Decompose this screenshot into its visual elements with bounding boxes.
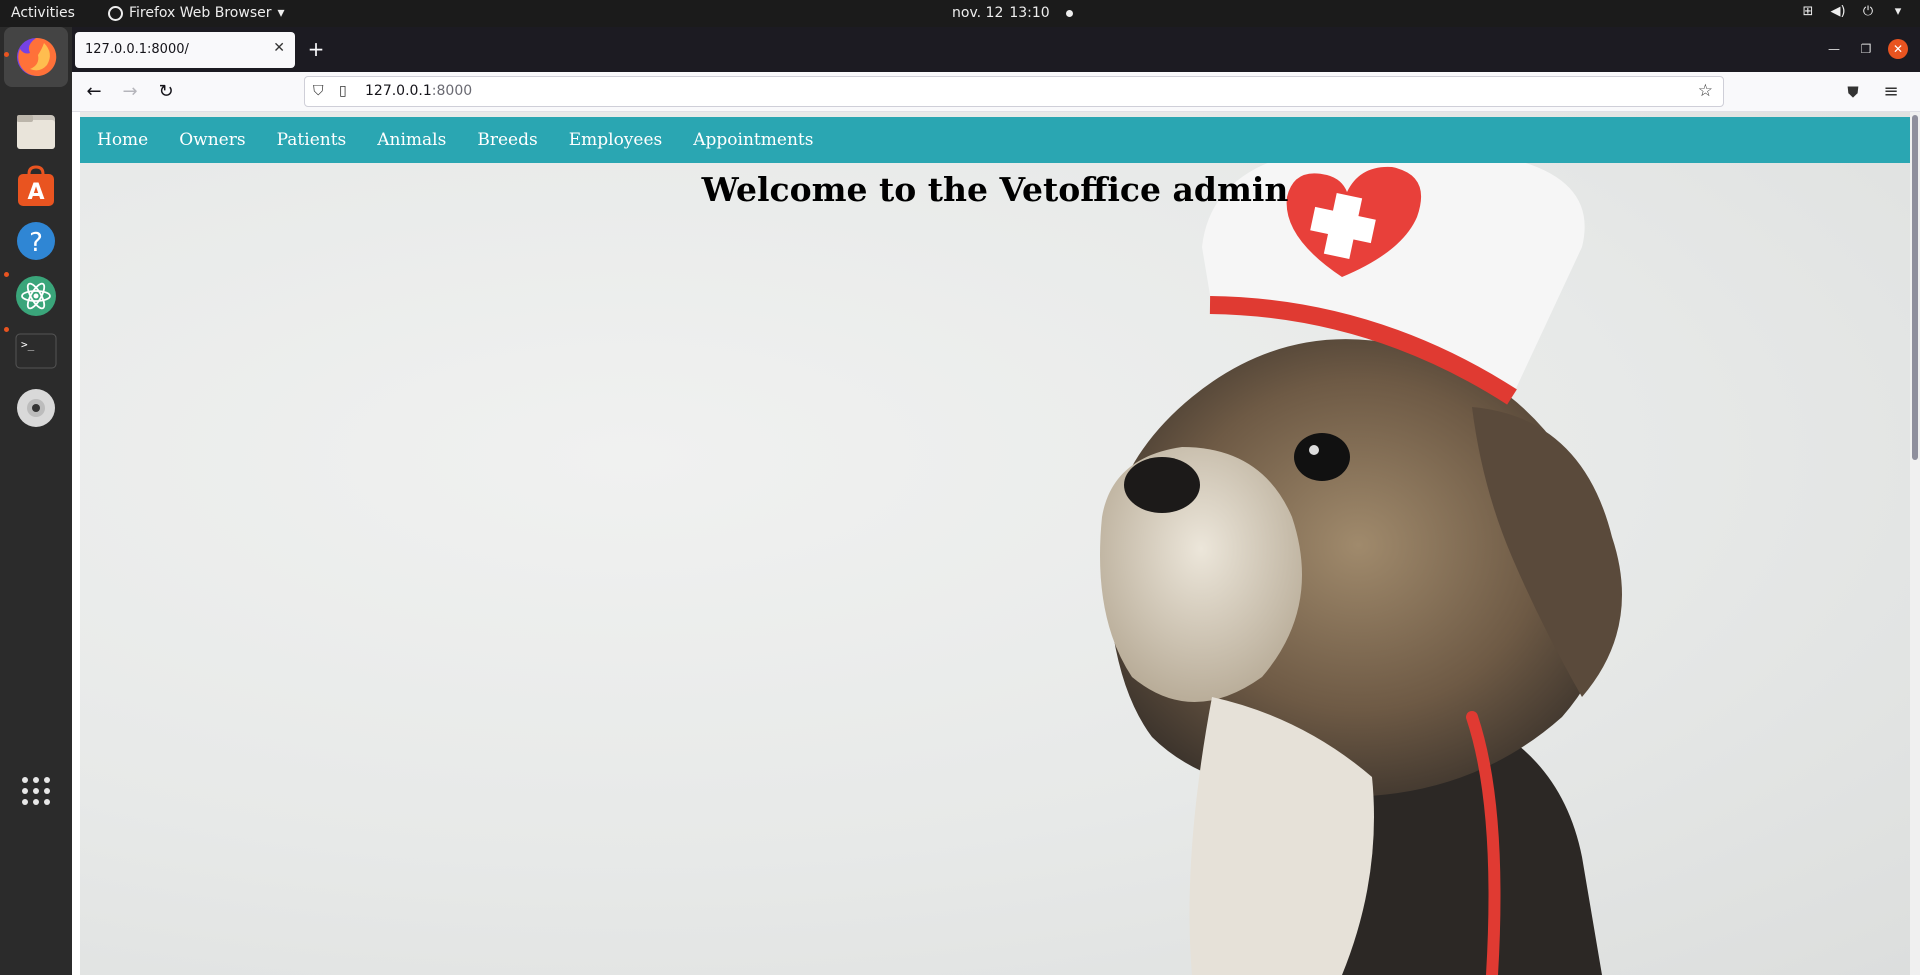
pocket-icon[interactable]: ⛊ — [1842, 81, 1864, 103]
activities-button[interactable]: Activities — [11, 5, 75, 21]
disc-icon — [17, 389, 55, 427]
volume-icon[interactable]: ◀) — [1830, 4, 1846, 20]
running-indicator — [4, 52, 9, 57]
dock-terminal[interactable]: >_ — [12, 327, 60, 375]
restore-icon[interactable]: ❐ — [1856, 39, 1876, 59]
url-port: :8000 — [431, 83, 473, 99]
dock: A ? >_ — [0, 27, 72, 975]
bookmark-star-icon[interactable]: ☆ — [1698, 81, 1713, 101]
app-menu-label: Firefox Web Browser — [129, 5, 272, 21]
firefox-icon — [17, 37, 57, 76]
menu-item-animals[interactable]: Animals — [370, 130, 462, 150]
url-text[interactable]: 127.0.0.1:8000 — [365, 83, 472, 99]
running-indicator — [4, 272, 9, 277]
dock-disc[interactable] — [12, 384, 60, 432]
system-tray[interactable]: ⊞ ◀) ⏻ ▾ — [1800, 4, 1906, 20]
url-host: 127.0.0.1 — [365, 83, 432, 99]
svg-text:A: A — [27, 180, 44, 205]
navigation-toolbar: ← → ↻ ⛉ ▯ 127.0.0.1:8000 ☆ ⛊ ≡ — [72, 72, 1920, 112]
network-icon[interactable]: ⊞ — [1800, 4, 1816, 20]
tab-title: 127.0.0.1:8000/ — [85, 42, 189, 57]
svg-text:?: ? — [29, 228, 43, 258]
page-viewport: Home Owners Patients Animals Breeds Empl… — [72, 112, 1920, 975]
forward-arrow-icon[interactable]: → — [116, 79, 144, 105]
notification-dot-icon — [1065, 9, 1073, 17]
chevron-down-icon: ▾ — [277, 5, 285, 21]
help-icon: ? — [17, 222, 55, 260]
clock-time: 13:10 — [1009, 5, 1050, 21]
svg-text:>_: >_ — [21, 338, 35, 351]
chevron-down-icon[interactable]: ▾ — [1890, 4, 1906, 20]
reload-icon[interactable]: ↻ — [152, 79, 180, 105]
app-menu[interactable]: Firefox Web Browser ▾ — [108, 5, 285, 21]
software-icon: A — [18, 165, 54, 206]
dog-nurse-photo — [1100, 157, 1622, 975]
atom-icon — [16, 276, 56, 316]
scrollbar[interactable] — [1910, 112, 1920, 975]
back-arrow-icon[interactable]: ← — [80, 79, 108, 105]
menu-item-owners[interactable]: Owners — [172, 130, 261, 150]
terminal-icon: >_ — [15, 333, 57, 369]
hamburger-menu-icon[interactable]: ≡ — [1880, 81, 1902, 103]
url-bar[interactable]: ⛉ ▯ 127.0.0.1:8000 ☆ — [304, 76, 1724, 107]
clock[interactable]: nov. 12 13:10 — [952, 5, 1073, 21]
files-icon — [17, 115, 55, 149]
menu-item-appointments[interactable]: Appointments — [686, 130, 829, 150]
system-top-bar: Activities Firefox Web Browser ▾ nov. 12… — [0, 0, 1920, 27]
power-icon[interactable]: ⏻ — [1860, 4, 1876, 20]
menu-item-breeds[interactable]: Breeds — [470, 130, 553, 150]
scrollbar-thumb[interactable] — [1912, 115, 1918, 460]
app-grid-icon — [22, 777, 50, 805]
clock-date: nov. 12 — [952, 5, 1004, 21]
dock-app-grid[interactable] — [12, 767, 60, 815]
dock-firefox[interactable] — [4, 27, 68, 87]
menu-item-employees[interactable]: Employees — [562, 130, 679, 150]
dock-help[interactable]: ? — [12, 217, 60, 265]
tab-active[interactable]: 127.0.0.1:8000/ ✕ — [75, 32, 295, 68]
shield-icon[interactable]: ⛉ — [313, 83, 324, 99]
running-indicator — [4, 327, 9, 332]
page-info-icon[interactable]: ▯ — [339, 83, 347, 99]
dock-atom[interactable] — [12, 272, 60, 320]
menu-item-patients[interactable]: Patients — [270, 130, 363, 150]
new-tab-button[interactable]: + — [304, 37, 328, 61]
menu-item-home[interactable]: Home — [90, 130, 164, 150]
main-menu: Home Owners Patients Animals Breeds Empl… — [80, 117, 1910, 163]
close-icon[interactable]: ✕ — [273, 40, 285, 56]
tab-strip: 127.0.0.1:8000/ ✕ + — ❐ ✕ — [72, 27, 1920, 72]
minimize-icon[interactable]: — — [1824, 39, 1844, 59]
firefox-small-icon — [108, 5, 123, 21]
dock-files[interactable] — [12, 107, 60, 155]
window-close-icon[interactable]: ✕ — [1888, 39, 1908, 59]
page-title: Welcome to the Vetoffice admin — [701, 170, 1289, 209]
browser-window: 127.0.0.1:8000/ ✕ + — ❐ ✕ ← → ↻ ⛉ ▯ 127.… — [72, 27, 1920, 975]
dock-software[interactable]: A — [12, 162, 60, 210]
